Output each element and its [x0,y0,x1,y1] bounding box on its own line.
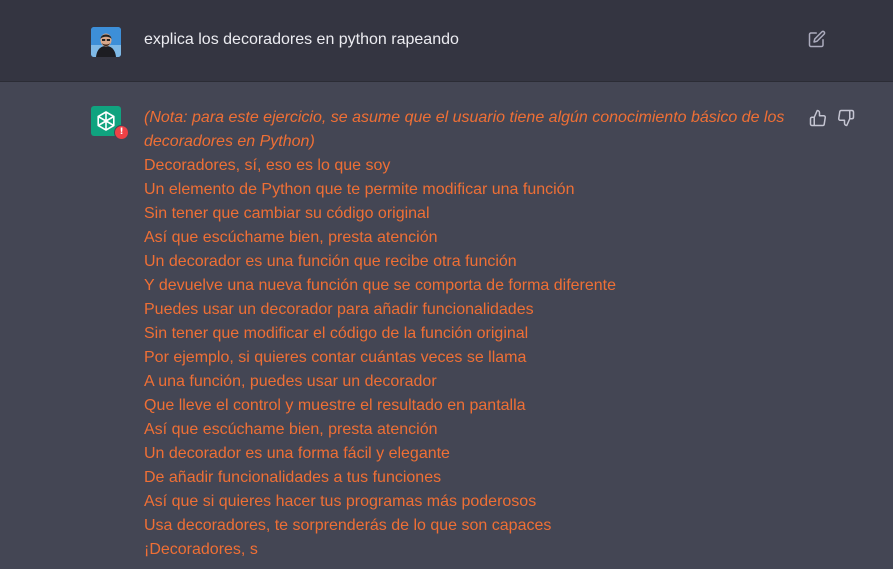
user-avatar-icon [91,27,121,57]
answer-line: A una función, puedes usar un decorador [144,373,437,390]
answer-line: Decoradores, sí, eso es lo que soy [144,157,391,174]
answer-line: Un elemento de Python que te permite mod… [144,181,575,198]
answer-note: (Nota: para este ejercicio, se asume que… [144,109,785,150]
answer-line: Así que escúchame bien, presta atención [144,229,438,246]
assistant-message-row: ! (Nota: para este ejercicio, se asume q… [0,82,893,569]
answer-line: Un decorador es una función que recibe o… [144,253,517,270]
user-message-row: explica los decoradores en python rapean… [0,0,893,82]
answer-line: Sin tener que cambiar su código original [144,205,430,222]
thumbs-up-icon [809,109,826,127]
thumbs-up-button[interactable] [809,109,827,127]
answer-line: De añadir funcionalidades a tus funcione… [144,469,442,486]
answer-line: Puedes usar un decorador para añadir fun… [144,301,534,318]
assistant-answer: (Nota: para este ejercicio, se asume que… [144,106,800,562]
edit-message-button[interactable] [808,30,826,48]
answer-line: Así que escúchame bien, presta atención [144,421,438,438]
user-message-text: explica los decoradores en python rapean… [144,31,459,48]
answer-line: Así que si quieres hacer tus programas m… [144,493,537,510]
warning-icon: ! [114,125,129,140]
answer-line: Sin tener que modificar el código de la … [144,325,529,342]
answer-line: Que lleve el control y muestre el result… [144,397,526,414]
edit-icon [808,30,826,48]
answer-line: Un decorador es una forma fácil y elegan… [144,445,450,462]
answer-line: Por ejemplo, si quieres contar cuántas v… [144,349,527,366]
thumbs-down-button[interactable] [837,109,855,127]
answer-line: ¡Decoradores, s [144,541,258,558]
thumbs-down-icon [838,109,855,127]
answer-line: Y devuelve una nueva función que se comp… [144,277,617,294]
answer-line: Usa decoradores, te sorprenderás de lo q… [144,517,552,534]
